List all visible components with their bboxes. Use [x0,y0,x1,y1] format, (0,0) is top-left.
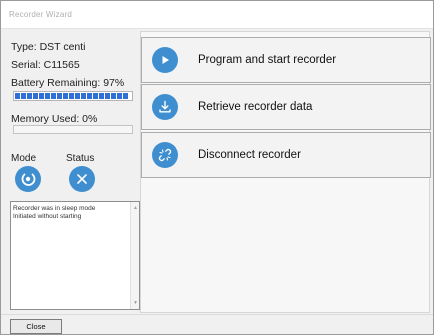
log-scrollbar[interactable]: ▲ ▼ [130,202,139,309]
retrieve-data-button[interactable]: Retrieve recorder data [141,84,431,130]
log-textbox[interactable]: Recorder was in sleep mode Initiated wit… [10,201,140,310]
recorder-wizard-window: Recorder Wizard Type: DST centi Serial: … [0,0,434,335]
battery-remaining: Battery Remaining: 97% [11,77,125,89]
program-and-start-button[interactable]: Program and start recorder [141,37,431,83]
retrieve-data-label: Retrieve recorder data [198,101,313,113]
title-bar: Recorder Wizard [1,1,433,29]
actions-panel: Program and start recorder Retrieve reco… [140,31,431,313]
log-line: Initiated without starting [13,213,82,220]
status-label: Status [66,153,95,164]
scroll-down-arrow-icon[interactable]: ▼ [131,300,140,306]
download-icon [152,94,178,120]
memory-progress-bar [13,125,133,134]
window-title: Recorder Wizard [9,10,73,19]
memory-used: Memory Used: 0% [11,113,98,125]
program-and-start-label: Program and start recorder [198,54,337,66]
footer-bar [1,314,433,334]
battery-progress-bar [13,91,133,101]
sleep-mode-icon [15,166,41,192]
disconnect-icon [152,142,178,168]
log-line: Recorder was in sleep mode [13,205,96,212]
mode-label: Mode [11,153,37,164]
scroll-up-arrow-icon[interactable]: ▲ [131,205,140,211]
device-serial: Serial: C11565 [11,59,80,71]
device-type: Type: DST centi [11,41,86,53]
disconnect-recorder-label: Disconnect recorder [198,149,301,161]
play-icon [152,47,178,73]
battery-progress-fill [15,93,128,99]
disconnect-recorder-button[interactable]: Disconnect recorder [141,132,431,178]
x-icon [69,166,95,192]
close-button[interactable]: Close [10,319,62,334]
